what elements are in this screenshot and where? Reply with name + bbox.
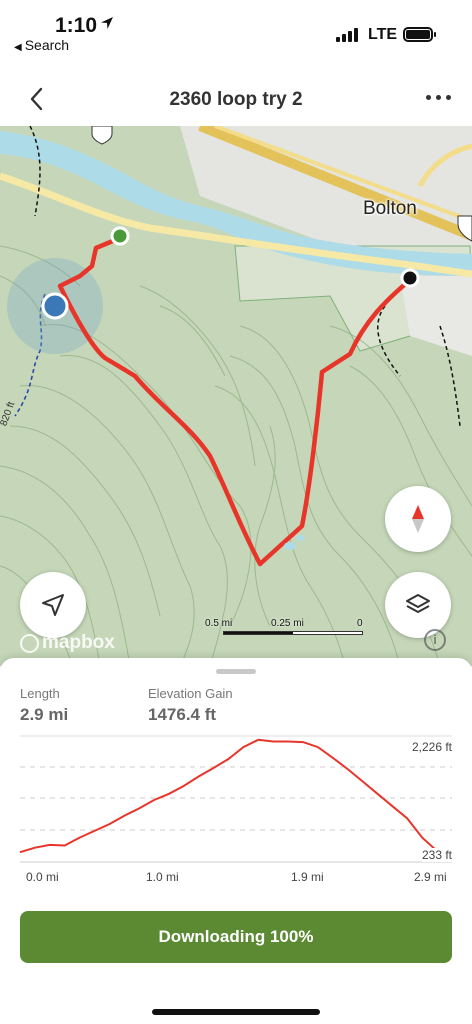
start-marker	[110, 226, 130, 246]
location-arrow-icon	[42, 594, 64, 616]
scale-label-zero: 0	[357, 618, 363, 629]
trail-map[interactable]: 820 ft Bolton 0.5 mi 0.25 mi 0 mapbox i	[0, 126, 472, 666]
elevation-gain-value: 1476.4 ft	[148, 705, 217, 724]
map-layers-button[interactable]	[385, 572, 451, 638]
status-bar: 1:10 ◀ Search LTE	[0, 0, 472, 60]
length-value: 2.9 mi	[20, 705, 69, 724]
map-scale-bar: 0.5 mi 0.25 mi 0	[205, 618, 365, 638]
mapbox-logo-text: mapbox	[42, 632, 115, 653]
end-marker	[400, 268, 420, 288]
x-tick-label: 1.0 mi	[146, 870, 179, 884]
cellular-signal-icon	[336, 26, 360, 42]
y-tick-label-max: 2,226 ft	[411, 740, 452, 754]
elevation-gain-label: Elevation Gain	[148, 686, 233, 701]
more-horizontal-icon[interactable]	[424, 90, 454, 106]
x-tick-label: 2.9 mi	[414, 870, 447, 884]
y-tick-label-min: 233 ft	[421, 848, 452, 862]
scale-label-half: 0.5 mi	[205, 618, 233, 629]
location-services-icon	[101, 17, 113, 29]
compass-button[interactable]	[385, 486, 451, 552]
compass-icon	[412, 505, 424, 533]
home-indicator	[152, 1009, 320, 1015]
locate-me-button[interactable]	[20, 572, 86, 638]
x-tick-label: 0.0 mi	[26, 870, 59, 884]
scale-label-quarter: 0.25 mi	[271, 618, 304, 629]
layers-icon	[406, 594, 430, 613]
length-label: Length	[20, 686, 60, 701]
elevation-line	[19, 738, 453, 855]
mapbox-logo: mapbox	[20, 632, 115, 654]
back-to-search-label: Search	[24, 37, 70, 53]
info-icon[interactable]: i	[424, 629, 446, 651]
page-title: 2360 loop try 2	[169, 89, 303, 110]
x-tick-label: 1.9 mi	[291, 870, 324, 884]
current-location-marker	[41, 292, 69, 320]
sheet-grabber[interactable]	[216, 669, 256, 674]
battery-icon	[403, 27, 436, 42]
map-place-label: Bolton	[363, 198, 417, 219]
back-triangle-icon: ◀	[14, 42, 22, 53]
nav-bar: 2360 loop try 2	[0, 60, 472, 126]
back-to-search[interactable]: ◀ Search	[14, 37, 69, 53]
status-time: 1:10	[55, 14, 98, 37]
network-type: LTE	[368, 26, 398, 43]
elevation-profile-chart[interactable]	[0, 734, 472, 884]
route-details-sheet: Length 2.9 mi Elevation Gain 1476.4 ft 2…	[0, 658, 472, 1024]
download-button[interactable]: Downloading 100%	[20, 911, 452, 963]
